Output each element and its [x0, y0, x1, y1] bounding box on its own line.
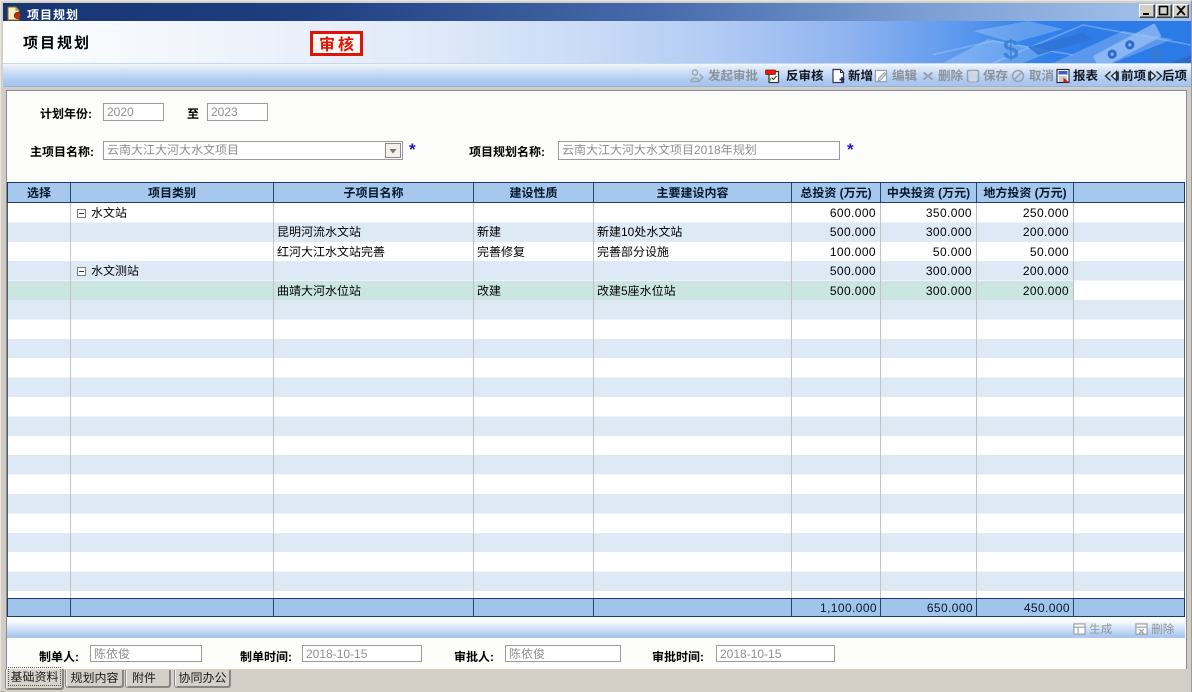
svg-text:A: A — [1149, 43, 1164, 63]
svg-text:$: $ — [1003, 34, 1019, 63]
